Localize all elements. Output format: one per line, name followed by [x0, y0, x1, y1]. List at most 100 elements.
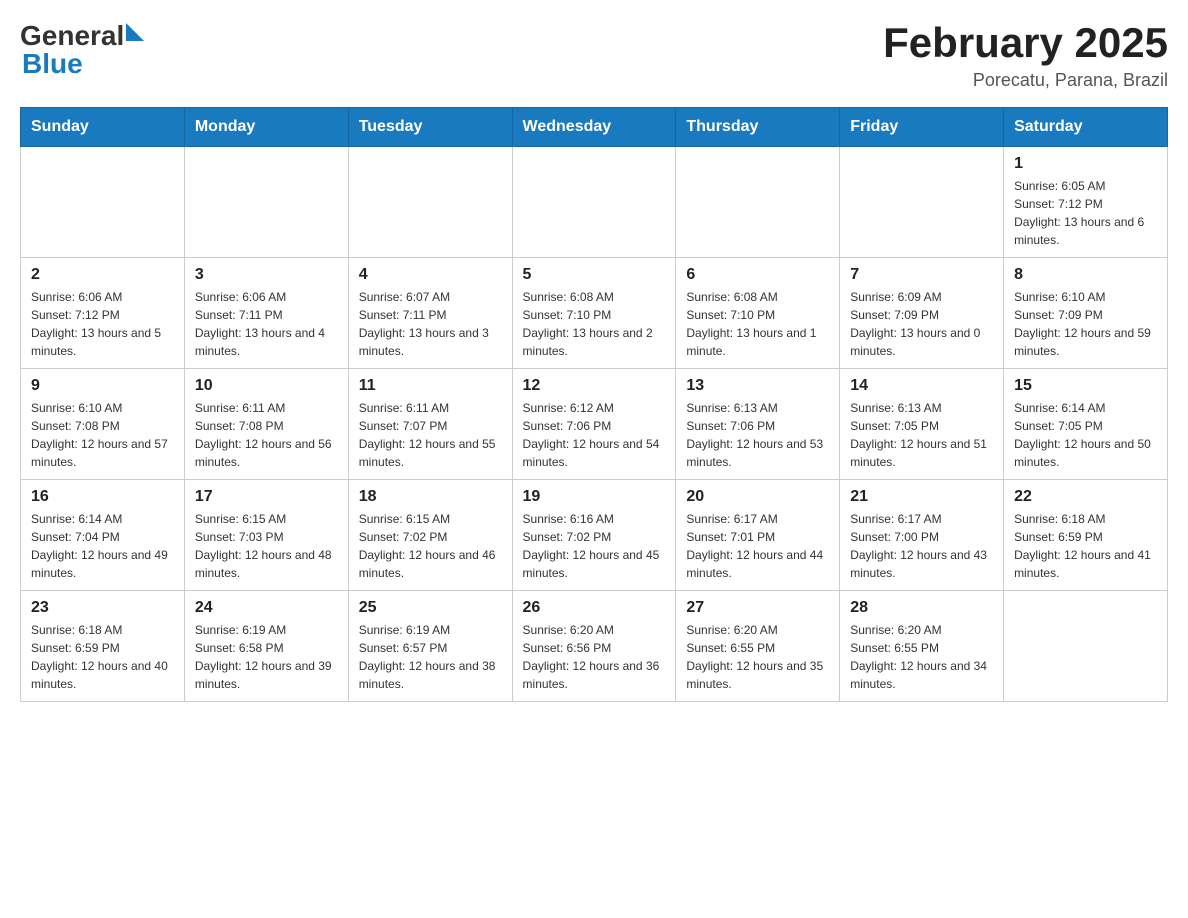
day-number: 8 [1014, 266, 1157, 284]
day-info: Sunrise: 6:18 AMSunset: 6:59 PMDaylight:… [31, 621, 174, 693]
day-info: Sunrise: 6:06 AMSunset: 7:12 PMDaylight:… [31, 288, 174, 360]
day-info: Sunrise: 6:13 AMSunset: 7:05 PMDaylight:… [850, 399, 993, 471]
day-number: 3 [195, 266, 338, 284]
logo: General Blue [20, 20, 144, 80]
calendar-day-cell: 13 Sunrise: 6:13 AMSunset: 7:06 PMDayligh… [676, 369, 840, 480]
calendar-day-cell: 21Sunrise: 6:17 AMSunset: 7:00 PMDayligh… [840, 480, 1004, 591]
day-info: Sunrise: 6:20 AMSunset: 6:55 PMDaylight:… [686, 621, 829, 693]
day-number: 11 [359, 377, 502, 395]
day-number: 9 [31, 377, 174, 395]
day-info: Sunrise: 6:15 AMSunset: 7:03 PMDaylight:… [195, 510, 338, 582]
day-number: 16 [31, 488, 174, 506]
calendar-day-cell: 15Sunrise: 6:14 AMSunset: 7:05 PMDayligh… [1004, 369, 1168, 480]
calendar-day-cell [184, 147, 348, 258]
day-number: 28 [850, 599, 993, 617]
calendar-day-cell: 24Sunrise: 6:19 AMSunset: 6:58 PMDayligh… [184, 591, 348, 702]
day-number: 26 [523, 599, 666, 617]
calendar-body: 1Sunrise: 6:05 AMSunset: 7:12 PMDaylight… [21, 147, 1168, 702]
day-info: Sunrise: 6:17 AMSunset: 7:00 PMDaylight:… [850, 510, 993, 582]
month-title: February 2025 [883, 20, 1168, 66]
calendar-day-cell: 3 Sunrise: 6:06 AMSunset: 7:11 PMDaylight… [184, 258, 348, 369]
day-info: Sunrise: 6:08 AMSunset: 7:10 PMDaylight:… [523, 288, 666, 360]
day-info: Sunrise: 6:12 AMSunset: 7:06 PMDaylight:… [523, 399, 666, 471]
calendar-day-cell: 22 Sunrise: 6:18 AMSunset: 6:59 PMDayligh… [1004, 480, 1168, 591]
day-number: 10 [195, 377, 338, 395]
day-number: 1 [1014, 155, 1157, 173]
day-info: Sunrise: 6:06 AMSunset: 7:11 PMDaylight:… [195, 288, 338, 360]
logo-arrow-icon [126, 23, 144, 41]
page-header: General Blue February 2025 Porecatu, Par… [20, 20, 1168, 91]
calendar-day-cell [676, 147, 840, 258]
location-subtitle: Porecatu, Parana, Brazil [883, 70, 1168, 91]
calendar-day-cell: 10 Sunrise: 6:11 AMSunset: 7:08 PMDayligh… [184, 369, 348, 480]
logo-text-blue: Blue [22, 48, 144, 80]
day-of-week-header: Thursday [676, 108, 840, 147]
calendar-day-cell: 25 Sunrise: 6:19 AMSunset: 6:57 PMDayligh… [348, 591, 512, 702]
day-info: Sunrise: 6:17 AMSunset: 7:01 PMDaylight:… [686, 510, 829, 582]
day-number: 18 [359, 488, 502, 506]
day-info: Sunrise: 6:07 AMSunset: 7:11 PMDaylight:… [359, 288, 502, 360]
calendar-day-cell: 14 Sunrise: 6:13 AMSunset: 7:05 PMDayligh… [840, 369, 1004, 480]
day-number: 7 [850, 266, 993, 284]
calendar-day-cell [1004, 591, 1168, 702]
calendar-day-cell: 9Sunrise: 6:10 AMSunset: 7:08 PMDaylight… [21, 369, 185, 480]
calendar-day-cell: 28 Sunrise: 6:20 AMSunset: 6:55 PMDayligh… [840, 591, 1004, 702]
day-number: 14 [850, 377, 993, 395]
calendar-table: SundayMondayTuesdayWednesdayThursdayFrid… [20, 107, 1168, 702]
day-info: Sunrise: 6:14 AMSunset: 7:04 PMDaylight:… [31, 510, 174, 582]
calendar-day-cell: 23 Sunrise: 6:18 AMSunset: 6:59 PMDayligh… [21, 591, 185, 702]
calendar-day-cell: 6Sunrise: 6:08 AMSunset: 7:10 PMDaylight… [676, 258, 840, 369]
calendar-day-cell: 1Sunrise: 6:05 AMSunset: 7:12 PMDaylight… [1004, 147, 1168, 258]
day-info: Sunrise: 6:18 AMSunset: 6:59 PMDaylight:… [1014, 510, 1157, 582]
calendar-day-cell: 17 Sunrise: 6:15 AMSunset: 7:03 PMDayligh… [184, 480, 348, 591]
day-info: Sunrise: 6:11 AMSunset: 7:08 PMDaylight:… [195, 399, 338, 471]
day-of-week-header: Friday [840, 108, 1004, 147]
day-info: Sunrise: 6:13 AMSunset: 7:06 PMDaylight:… [686, 399, 829, 471]
calendar-day-cell: 5 Sunrise: 6:08 AMSunset: 7:10 PMDaylight… [512, 258, 676, 369]
calendar-day-cell: 2 Sunrise: 6:06 AMSunset: 7:12 PMDaylight… [21, 258, 185, 369]
day-number: 22 [1014, 488, 1157, 506]
day-of-week-header: Saturday [1004, 108, 1168, 147]
day-number: 23 [31, 599, 174, 617]
day-of-week-header: Sunday [21, 108, 185, 147]
day-of-week-header: Tuesday [348, 108, 512, 147]
day-info: Sunrise: 6:20 AMSunset: 6:56 PMDaylight:… [523, 621, 666, 693]
calendar-week-row: 1Sunrise: 6:05 AMSunset: 7:12 PMDaylight… [21, 147, 1168, 258]
day-info: Sunrise: 6:16 AMSunset: 7:02 PMDaylight:… [523, 510, 666, 582]
day-info: Sunrise: 6:08 AMSunset: 7:10 PMDaylight:… [686, 288, 829, 360]
day-number: 27 [686, 599, 829, 617]
day-of-week-header: Monday [184, 108, 348, 147]
day-number: 4 [359, 266, 502, 284]
day-info: Sunrise: 6:10 AMSunset: 7:09 PMDaylight:… [1014, 288, 1157, 360]
day-info: Sunrise: 6:11 AMSunset: 7:07 PMDaylight:… [359, 399, 502, 471]
day-number: 5 [523, 266, 666, 284]
day-info: Sunrise: 6:15 AMSunset: 7:02 PMDaylight:… [359, 510, 502, 582]
day-number: 25 [359, 599, 502, 617]
calendar-day-cell: 8 Sunrise: 6:10 AMSunset: 7:09 PMDaylight… [1004, 258, 1168, 369]
calendar-day-cell: 26 Sunrise: 6:20 AMSunset: 6:56 PMDayligh… [512, 591, 676, 702]
day-info: Sunrise: 6:20 AMSunset: 6:55 PMDaylight:… [850, 621, 993, 693]
calendar-day-cell [512, 147, 676, 258]
day-number: 24 [195, 599, 338, 617]
calendar-week-row: 16 Sunrise: 6:14 AMSunset: 7:04 PMDayligh… [21, 480, 1168, 591]
calendar-day-cell: 20Sunrise: 6:17 AMSunset: 7:01 PMDayligh… [676, 480, 840, 591]
day-of-week-header: Wednesday [512, 108, 676, 147]
calendar-week-row: 9Sunrise: 6:10 AMSunset: 7:08 PMDaylight… [21, 369, 1168, 480]
calendar-day-cell: 19Sunrise: 6:16 AMSunset: 7:02 PMDayligh… [512, 480, 676, 591]
title-section: February 2025 Porecatu, Parana, Brazil [883, 20, 1168, 91]
calendar-day-cell: 18 Sunrise: 6:15 AMSunset: 7:02 PMDayligh… [348, 480, 512, 591]
calendar-week-row: 23 Sunrise: 6:18 AMSunset: 6:59 PMDayligh… [21, 591, 1168, 702]
calendar-day-cell: 7Sunrise: 6:09 AMSunset: 7:09 PMDaylight… [840, 258, 1004, 369]
day-info: Sunrise: 6:19 AMSunset: 6:57 PMDaylight:… [359, 621, 502, 693]
day-number: 13 [686, 377, 829, 395]
day-number: 17 [195, 488, 338, 506]
calendar-week-row: 2 Sunrise: 6:06 AMSunset: 7:12 PMDaylight… [21, 258, 1168, 369]
day-number: 2 [31, 266, 174, 284]
calendar-day-cell: 16 Sunrise: 6:14 AMSunset: 7:04 PMDayligh… [21, 480, 185, 591]
day-info: Sunrise: 6:14 AMSunset: 7:05 PMDaylight:… [1014, 399, 1157, 471]
calendar-day-cell: 4 Sunrise: 6:07 AMSunset: 7:11 PMDaylight… [348, 258, 512, 369]
day-number: 12 [523, 377, 666, 395]
calendar-day-cell [840, 147, 1004, 258]
calendar-header: SundayMondayTuesdayWednesdayThursdayFrid… [21, 108, 1168, 147]
calendar-day-cell: 11 Sunrise: 6:11 AMSunset: 7:07 PMDayligh… [348, 369, 512, 480]
